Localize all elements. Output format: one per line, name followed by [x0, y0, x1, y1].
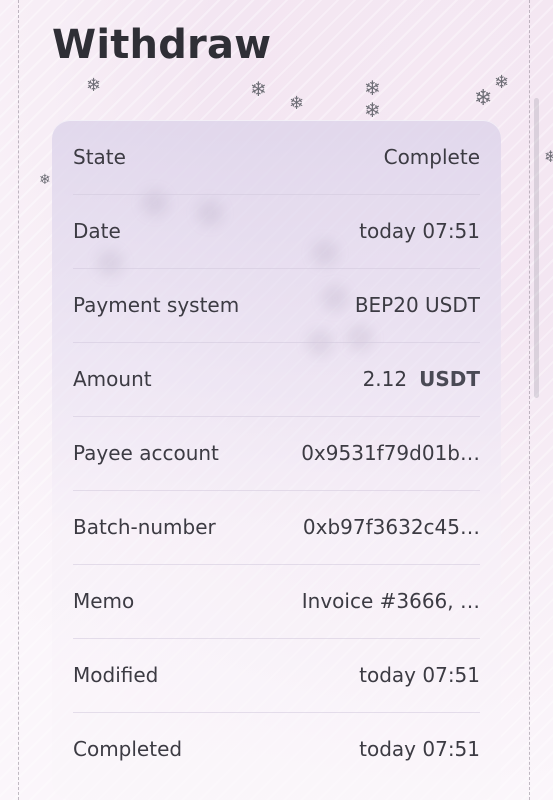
detail-row-batch-number: Batch-number 0xb97f3632c45… [73, 490, 480, 565]
detail-label: Memo [73, 589, 135, 613]
page-title: Withdraw [52, 22, 272, 68]
amount-unit: USDT [419, 367, 480, 391]
detail-value[interactable]: 0xb97f3632c45… [303, 515, 480, 539]
scrollbar[interactable] [534, 98, 539, 398]
detail-row-date: Date today 07:51 [73, 194, 480, 269]
detail-row-completed: Completed today 07:51 [73, 712, 480, 786]
snowflake-icon: ❄ [494, 72, 510, 93]
snowflake-icon: ❄ [39, 172, 51, 188]
detail-row-payment-system: Payment system BEP20 USDT [73, 268, 480, 343]
detail-label: State [73, 145, 126, 169]
snowflake-icon: ❄ [86, 75, 102, 96]
detail-value: today 07:51 [359, 663, 480, 687]
snowflake-icon: ❄ [474, 86, 493, 111]
snowflake-icon: ❄ [289, 93, 305, 114]
snowflake-icon: ❄ [364, 98, 381, 122]
withdraw-details-card: State Complete Date today 07:51 Payment … [52, 120, 501, 800]
detail-label: Completed [73, 737, 183, 761]
snowflake-icon: ❄ [250, 77, 267, 101]
amount-number: 2.12 [362, 367, 408, 391]
detail-row-payee-account: Payee account 0x9531f79d01b… [73, 416, 480, 491]
detail-value[interactable]: 0x9531f79d01b… [301, 441, 480, 465]
detail-label: Payee account [73, 441, 219, 465]
detail-label: Payment system [73, 293, 240, 317]
detail-value[interactable]: Invoice #3666, … [302, 589, 480, 613]
snowflake-icon: ❄ [364, 76, 381, 100]
detail-value: today 07:51 [359, 219, 480, 243]
detail-label: Amount [73, 367, 152, 391]
detail-row-amount: Amount 2.12 USDT [73, 342, 480, 417]
detail-label: Batch-number [73, 515, 216, 539]
page-guide-right [529, 0, 530, 800]
detail-row-modified: Modified today 07:51 [73, 638, 480, 713]
detail-row-state: State Complete [73, 120, 480, 195]
page-guide-left [18, 0, 19, 800]
detail-row-memo: Memo Invoice #3666, … [73, 564, 480, 639]
detail-value: BEP20 USDT [354, 293, 480, 317]
detail-value: today 07:51 [359, 737, 480, 761]
snowflake-icon: ❄ [544, 147, 553, 166]
detail-label: Modified [73, 663, 159, 687]
detail-value: Complete [383, 145, 480, 169]
amount-value: 2.12 USDT [363, 367, 480, 391]
detail-label: Date [73, 219, 121, 243]
